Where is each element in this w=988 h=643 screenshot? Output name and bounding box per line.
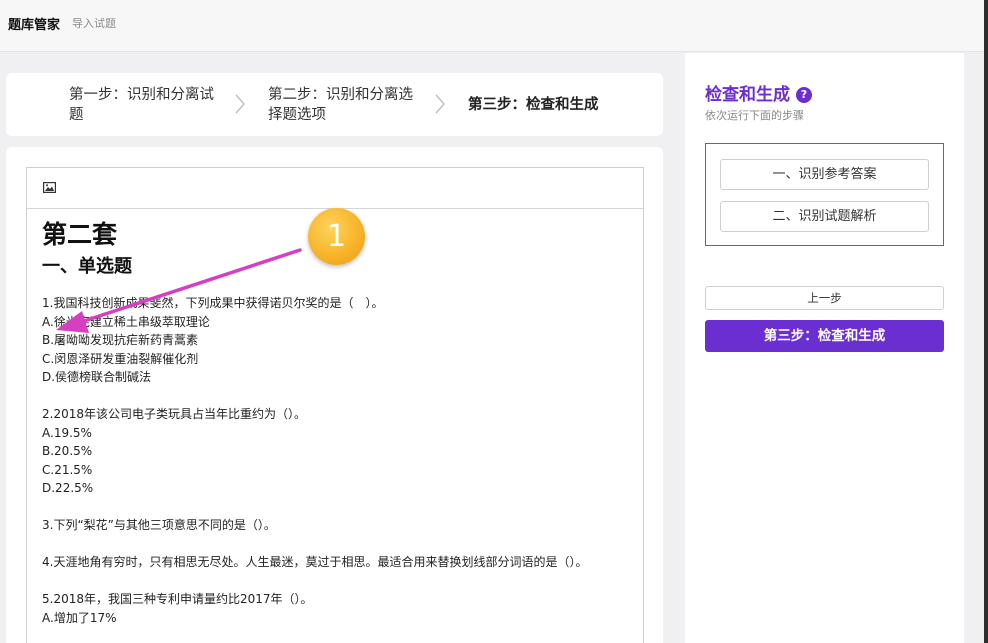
question-option: A.徐光宪建立稀土串级萃取理论: [42, 314, 210, 329]
question-stem: 5.2018年，我国三种专利申请量约比2017年（）。: [42, 592, 313, 606]
question-option: C.闵恩泽研发重油裂解催化剂: [42, 351, 199, 366]
chevron-right-icon: [235, 94, 245, 114]
step-1-label[interactable]: 第一步：识别和分离试题: [69, 85, 227, 125]
question-option: D.22.5%: [42, 481, 94, 495]
question-option: A.19.5%: [42, 425, 92, 440]
step-3-label[interactable]: 第三步：检查和生成: [468, 95, 599, 115]
question-stem: 4.天涯地角有穷时，只有相思无尽处。人生最迷，莫过于相思。最适合用来替换划线部分…: [42, 555, 588, 569]
annotation-badge: 1: [308, 208, 365, 265]
import-questions-link[interactable]: 导入试题: [72, 15, 116, 31]
panel-title: 检查和生成?: [705, 80, 812, 105]
editor-toolbar: [27, 168, 643, 209]
question-option: D.侯德榜联合制碱法: [42, 370, 152, 384]
top-bar: 题库管家 导入试题: [0, 0, 988, 52]
step-indicator: 第一步：识别和分离试题 第二步：识别和分离选择题选项 第三步：检查和生成: [6, 73, 663, 136]
document-content[interactable]: 第二套 一、单选题 1.我国科技创新成果斐然，下列成果中获得诺贝尔奖的是（ ）。…: [42, 218, 632, 627]
recognize-answers-button[interactable]: 一、识别参考答案: [720, 159, 929, 190]
window-edge: [984, 0, 988, 643]
question-stem: 2.2018年该公司电子类玩具占当年比重约为（）。: [42, 407, 306, 421]
image-icon[interactable]: [43, 182, 56, 193]
help-icon[interactable]: ?: [796, 87, 812, 103]
previous-step-button[interactable]: 上一步: [705, 286, 944, 310]
app-title: 题库管家: [8, 18, 61, 33]
question-option: B.屠呦呦发现抗疟新药青蒿素: [42, 333, 199, 347]
question-option: C.21.5%: [42, 462, 93, 477]
panel-title-text: 检查和生成: [705, 85, 790, 105]
question-option: A.增加了17%: [42, 610, 117, 625]
step-2-label[interactable]: 第二步：识别和分离选择题选项: [268, 85, 426, 125]
chevron-right-icon: [435, 94, 445, 114]
recognize-analysis-button[interactable]: 二、识别试题解析: [720, 201, 929, 232]
panel-subtitle: 依次运行下面的步骤: [705, 109, 804, 122]
question-stem: 3.下列“梨花”与其他三项意思不同的是（）。: [42, 518, 276, 532]
question-option: B.20.5%: [42, 444, 93, 458]
right-panel: 检查和生成? 依次运行下面的步骤 一、识别参考答案 二、识别试题解析 上一步 第…: [685, 53, 964, 643]
question-stem: 1.我国科技创新成果斐然，下列成果中获得诺贝尔奖的是（ ）。: [42, 296, 384, 310]
check-and-generate-button[interactable]: 第三步：检查和生成: [705, 320, 944, 352]
action-group: 一、识别参考答案 二、识别试题解析: [705, 143, 944, 246]
